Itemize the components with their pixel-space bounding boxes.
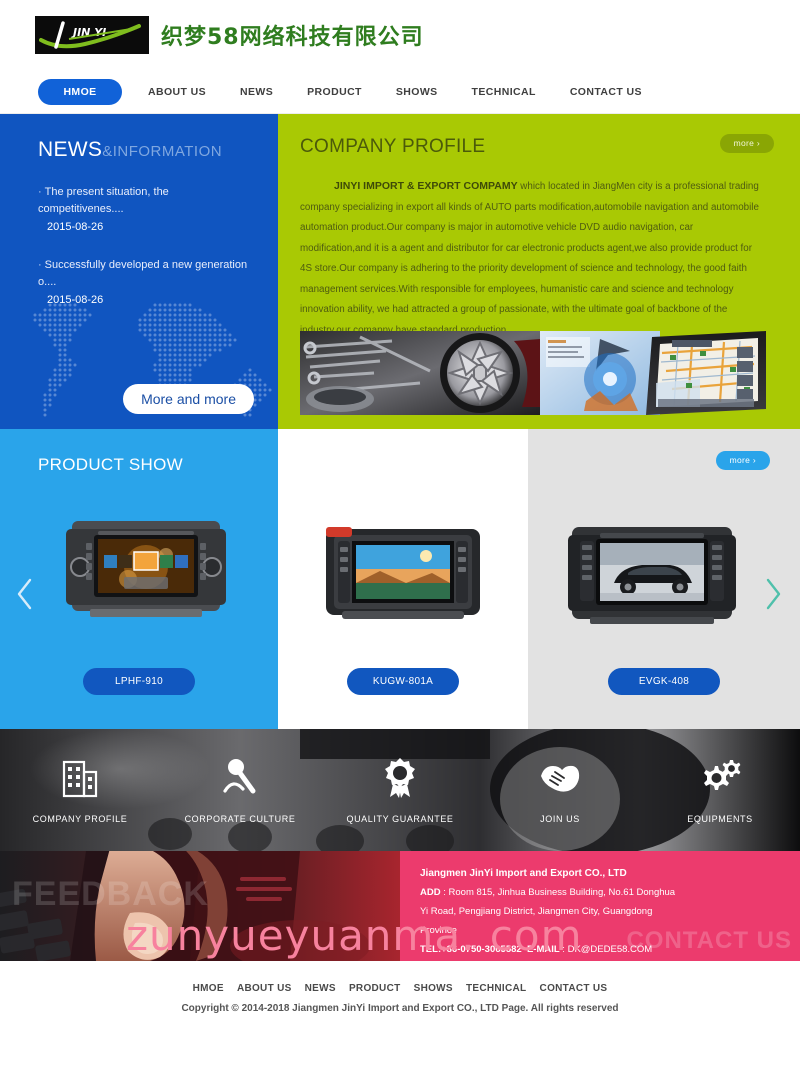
product-slide-3: more › EVGK-408 (528, 429, 800, 729)
features-strip: COMPANY PROFILE CORPORATE CULTURE QUALIT… (0, 729, 800, 851)
news-item-title-text: Successfully developed a new generation … (38, 259, 248, 288)
main-nav: HMOE ABOUT US NEWS PRODUCT SHOWS TECHNIC… (0, 70, 800, 114)
contact-address-line-2: Yi Road, Pengjiang District, Jiangmen Ci… (420, 906, 653, 917)
nav-item-technical[interactable]: TECHNICAL (472, 86, 536, 98)
news-item-date: 2015-08-26 (47, 294, 104, 306)
nav-item-news[interactable]: NEWS (240, 86, 273, 98)
footer-nav-item-about-us[interactable]: ABOUT US (237, 983, 292, 994)
address-label: ADD (420, 887, 441, 898)
news-heading: NEWS&INFORMATION (38, 138, 252, 162)
nav-item-about-us[interactable]: ABOUT US (148, 86, 206, 98)
feature-label: EQUIPMENTS (687, 814, 753, 824)
news-item-title-text: The present situation, the competitivene… (38, 186, 169, 215)
feedback-contact-row: FEEDBACK CONTACT US Jiangmen JinYi Impor… (0, 851, 800, 961)
nav-item-hmoe[interactable]: HMOE (38, 78, 122, 105)
product-slide-2: KUGW-801A (278, 429, 528, 729)
carousel-next-arrow[interactable] (760, 574, 786, 614)
footer-nav: HMOE ABOUT US NEWS PRODUCT SHOWS TECHNIC… (0, 983, 800, 994)
company-profile-lead: JINYI IMPORT & EXPORT COMPAMY (334, 180, 518, 192)
nav-item-product[interactable]: PRODUCT (307, 86, 362, 98)
company-profile-body: which located in JiangMen city is a prof… (300, 181, 759, 336)
feature-corporate-culture[interactable]: CORPORATE CULTURE (160, 756, 320, 824)
news-item-title[interactable]: · Successfully developed a new generation… (38, 257, 252, 291)
logo-swoosh-icon: JIN YI (39, 21, 141, 49)
footer-nav-item-product[interactable]: PRODUCT (349, 983, 401, 994)
footer-nav-item-hmoe[interactable]: HMOE (193, 983, 224, 994)
tel-label[interactable]: TEL:+86-0750-3065582 (420, 944, 522, 955)
product-label-1[interactable]: LPHF-910 (83, 668, 195, 695)
feature-company-profile[interactable]: COMPANY PROFILE (0, 756, 160, 824)
feature-join-us[interactable]: JOIN US (480, 756, 640, 824)
carousel-prev-arrow[interactable] (12, 574, 38, 614)
footer-copyright: Copyright © 2014-2018 Jiangmen JinYi Imp… (181, 1003, 619, 1014)
feature-label: QUALITY GUARANTEE (346, 814, 454, 824)
microphone-icon (160, 756, 320, 800)
product-image-lphf-910[interactable] (62, 517, 230, 621)
company-name-cn: 织梦58网络科技有限公司 (161, 25, 424, 50)
news-heading-main: NEWS (38, 138, 103, 161)
footer-nav-item-news[interactable]: NEWS (305, 983, 336, 994)
product-label-3[interactable]: EVGK-408 (608, 668, 720, 695)
news-more-button[interactable]: More and more (123, 384, 254, 414)
award-ribbon-icon (320, 756, 480, 800)
feature-quality-guarantee[interactable]: QUALITY GUARANTEE (320, 756, 480, 824)
site-header: JIN YI 织梦58网络科技有限公司 (0, 0, 800, 70)
news-and-profile-row: NEWS&INFORMATION · The present situation,… (0, 114, 800, 429)
company-profile-more-button[interactable]: more › (719, 134, 774, 153)
nav-item-contact-us[interactable]: CONTACT US (570, 86, 642, 98)
feature-label: JOIN US (540, 814, 580, 824)
feature-label: CORPORATE CULTURE (184, 814, 296, 824)
footer-nav-item-technical[interactable]: TECHNICAL (466, 983, 526, 994)
product-label-2[interactable]: KUGW-801A (347, 668, 459, 695)
product-show-row: PRODUCT SHOW LPHF-910 KUGW-801A more › E… (0, 429, 800, 960)
company-profile-banner (300, 331, 766, 415)
news-list-item[interactable]: · The present situation, the competitiven… (38, 184, 252, 237)
product-show-title: PRODUCT SHOW (38, 455, 183, 474)
contact-info-panel: CONTACT US Jiangmen JinYi Import and Exp… (400, 851, 800, 961)
contact-company-name: Jiangmen JinYi Import and Export CO., LT… (420, 868, 627, 879)
contact-address-line-3: Province (420, 925, 457, 936)
gears-icon (640, 756, 800, 800)
chevron-left-icon (17, 578, 32, 610)
auto-parts-collage-image (300, 331, 766, 415)
contact-address-line-1: ADD : Room 815, Jinhua Business Building… (420, 883, 800, 902)
company-profile-text: JINYI IMPORT & EXPORT COMPAMY which loca… (300, 176, 770, 341)
feedback-watermark-text: FEEDBACK (12, 875, 209, 913)
product-image-kugw-801a[interactable] (322, 525, 484, 621)
footer-nav-item-contact-us[interactable]: CONTACT US (540, 983, 608, 994)
product-slide-1: PRODUCT SHOW LPHF-910 (0, 429, 278, 729)
feature-label: COMPANY PROFILE (32, 814, 128, 824)
feedback-image-panel: FEEDBACK (0, 851, 400, 961)
chevron-right-icon (766, 578, 781, 610)
news-item-date: 2015-08-26 (47, 221, 104, 233)
email-label: E-MAIL (526, 944, 560, 955)
news-panel: NEWS&INFORMATION · The present situation,… (0, 114, 278, 429)
product-image-evgk-408[interactable] (566, 521, 738, 625)
news-list-item[interactable]: · Successfully developed a new generation… (38, 257, 252, 310)
company-profile-title: COMPANY PROFILE (300, 136, 486, 157)
email-value[interactable]: : DK@DEDE58.COM (560, 944, 652, 955)
nav-item-shows[interactable]: SHOWS (396, 86, 438, 98)
footer-nav-item-shows[interactable]: SHOWS (414, 983, 453, 994)
news-list: · The present situation, the competitiven… (38, 184, 252, 310)
handshake-icon (480, 756, 640, 800)
contact-tel-email-line: TEL:+86-0750-3065582 E-MAIL : DK@DEDE58.… (420, 940, 800, 959)
news-item-title[interactable]: · The present situation, the competitiven… (38, 184, 252, 218)
address-value: : Room 815, Jinhua Business Building, No… (440, 887, 676, 898)
company-profile-panel: COMPANY PROFILE more › JINYI IMPORT & EX… (278, 114, 800, 429)
news-heading-sub: &INFORMATION (102, 143, 223, 160)
bullet-icon: · (38, 259, 42, 271)
feature-equipments[interactable]: EQUIPMENTS (640, 756, 800, 824)
site-footer: HMOE ABOUT US NEWS PRODUCT SHOWS TECHNIC… (0, 961, 800, 1061)
logo-mark[interactable]: JIN YI (35, 16, 149, 54)
building-icon (0, 756, 160, 800)
bullet-icon: · (38, 186, 42, 198)
product-show-more-button[interactable]: more › (715, 451, 770, 470)
